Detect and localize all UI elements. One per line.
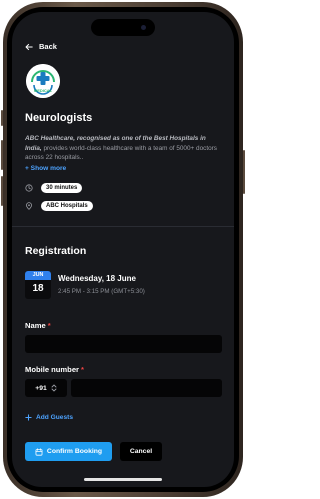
logo-text: MEDICAL bbox=[34, 88, 53, 93]
mobile-number-input[interactable] bbox=[71, 379, 222, 397]
name-input[interactable] bbox=[25, 335, 222, 353]
country-code-select[interactable]: +91 bbox=[25, 379, 67, 397]
calendar-date-badge: JUN 18 bbox=[25, 271, 51, 299]
location-row: ABC Hospitals bbox=[25, 201, 93, 211]
dynamic-island bbox=[91, 19, 155, 36]
add-guests-label: Add Guests bbox=[36, 414, 74, 421]
clock-icon bbox=[25, 184, 33, 192]
country-code-value: +91 bbox=[35, 384, 47, 392]
app-screen: Back MEDICAL Neurologists ABC Healthcare… bbox=[12, 12, 234, 487]
home-indicator bbox=[84, 478, 162, 481]
section-divider bbox=[12, 226, 234, 227]
appointment-time: 2:45 PM - 3:15 PM (GMT+5:30) bbox=[58, 288, 145, 295]
name-label-text: Name bbox=[25, 321, 46, 330]
mobile-label: Mobile number * bbox=[25, 365, 84, 374]
phone-side-button bbox=[1, 176, 3, 206]
chevron-up-down-icon bbox=[51, 384, 57, 392]
location-pin-icon bbox=[26, 202, 32, 210]
show-more-link[interactable]: + Show more bbox=[25, 165, 66, 172]
arrow-left-icon bbox=[25, 43, 33, 50]
location-badge: ABC Hospitals bbox=[41, 201, 93, 211]
name-label: Name * bbox=[25, 321, 51, 330]
add-guests-button[interactable]: Add Guests bbox=[25, 414, 73, 421]
duration-row: 30 minutes bbox=[25, 183, 83, 193]
confirm-booking-label: Confirm Booking bbox=[46, 448, 103, 455]
registration-title: Registration bbox=[25, 245, 87, 257]
duration-badge: 30 minutes bbox=[41, 183, 83, 193]
required-marker: * bbox=[47, 321, 51, 330]
doctor-specialty-title: Neurologists bbox=[25, 112, 93, 124]
calendar-day: 18 bbox=[32, 283, 44, 294]
back-button[interactable]: Back bbox=[25, 42, 57, 51]
mobile-label-text: Mobile number bbox=[25, 365, 80, 374]
back-label: Back bbox=[39, 42, 57, 51]
phone-side-button bbox=[243, 150, 245, 194]
calendar-icon bbox=[35, 447, 43, 456]
description-rest: provides world-class healthcare with a t… bbox=[25, 144, 218, 162]
appointment-date: Wednesday, 18 June bbox=[58, 274, 136, 283]
cancel-label: Cancel bbox=[129, 448, 153, 455]
confirm-booking-button[interactable]: Confirm Booking bbox=[25, 442, 112, 461]
cancel-button[interactable]: Cancel bbox=[120, 442, 162, 461]
calendar-month: JUN bbox=[25, 271, 51, 280]
phone-side-button bbox=[1, 110, 3, 126]
medical-cross-logo-icon: MEDICAL bbox=[26, 64, 60, 98]
show-more-label: + Show more bbox=[25, 165, 67, 172]
hospital-description: ABC Healthcare, recognised as one of the… bbox=[25, 134, 223, 163]
plus-icon bbox=[25, 414, 32, 421]
clinic-logo: MEDICAL bbox=[26, 64, 60, 98]
required-marker: * bbox=[81, 365, 84, 374]
phone-side-button bbox=[1, 140, 3, 170]
